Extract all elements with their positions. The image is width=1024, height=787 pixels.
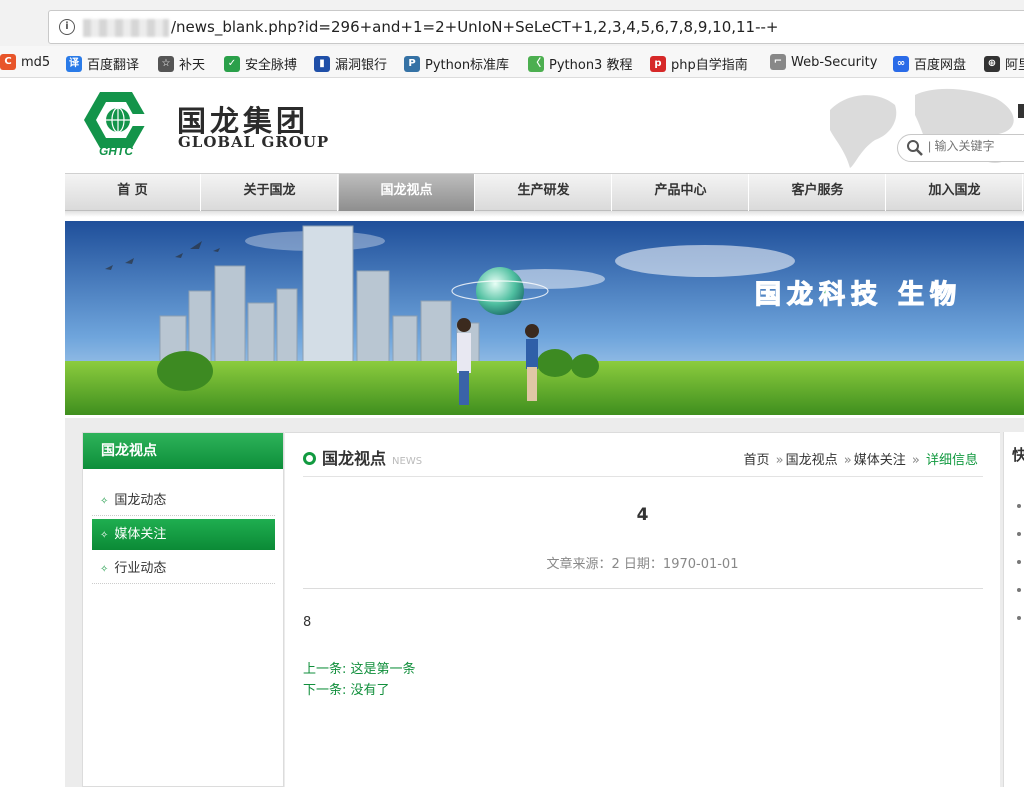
url-text[interactable]: /news_blank.php?id=296+and+1=2+UnIoN+SeL… bbox=[171, 18, 779, 36]
right-list-bullet-icon bbox=[1017, 560, 1021, 564]
bookmark-label: 百度网盘 bbox=[914, 58, 967, 73]
right-list-bullet-icon bbox=[1017, 616, 1021, 620]
python-icon: P bbox=[404, 55, 420, 72]
bookmark-label: 阿里 bbox=[1005, 58, 1024, 73]
bookmark-label: 安全脉搏 bbox=[245, 58, 298, 73]
article-title: 4 bbox=[636, 505, 649, 525]
logo-english-name: GLOBAL GROUP bbox=[178, 133, 330, 151]
sidebar-item-2[interactable]: ✧ 行业动态 bbox=[92, 553, 275, 584]
bookmark-cloud[interactable]: ∞ 百度网盘 bbox=[893, 54, 966, 73]
sidebar-item-label: 行业动态 bbox=[114, 561, 167, 576]
sparkle-bullet-icon: ✧ bbox=[100, 530, 109, 541]
browser-toolbar: i /news_blank.php?id=296+and+1=2+UnIoN+S… bbox=[0, 0, 1024, 46]
right-list-bullet-icon bbox=[1017, 588, 1021, 592]
section-title: 国龙视点 bbox=[322, 449, 387, 468]
hero-banner: 国龙科技 生物 bbox=[65, 221, 1024, 415]
top-right-mark bbox=[1018, 104, 1024, 118]
bookmark-label: Web-Security bbox=[791, 54, 878, 70]
main-nav: 首 页关于国龙 国龙视点 生产研发 产品中心 客户服务 加入国龙 bbox=[65, 173, 1024, 211]
breadcrumb: 首页 » 国龙视点 » 媒体关注 » 详细信息 bbox=[743, 449, 978, 468]
circle-bullet-icon bbox=[303, 452, 316, 465]
bookmark-label: php自学指南 bbox=[671, 58, 748, 73]
breadcrumb-home[interactable]: 首页 bbox=[743, 453, 769, 468]
blurred-hostname bbox=[83, 19, 169, 37]
breadcrumb-current: 详细信息 bbox=[925, 453, 978, 468]
nav-item-6[interactable]: 加入国龙 bbox=[887, 174, 1023, 211]
site-search-box[interactable] bbox=[897, 134, 1024, 162]
bookmark-label: md5 bbox=[21, 54, 51, 70]
breadcrumb-section[interactable]: 国龙视点 bbox=[786, 453, 838, 468]
bookmark-label: 补天 bbox=[179, 58, 206, 73]
bookmark-web-security[interactable]: ⌐ Web-Security bbox=[770, 54, 877, 70]
shield-icon: ✓ bbox=[224, 55, 240, 72]
nav-shadow bbox=[65, 211, 1024, 217]
article-meta: 文章来源：2 日期：1970-01-01 bbox=[546, 557, 739, 572]
cloud-icon: ∞ bbox=[893, 55, 909, 72]
butian-icon: ☆ bbox=[158, 55, 174, 72]
bookmark-label: 漏洞银行 bbox=[335, 58, 388, 73]
sidebar-title: 国龙视点 bbox=[83, 433, 283, 469]
breadcrumb-category[interactable]: 媒体关注 bbox=[854, 453, 906, 468]
sidebar-item-label: 国龙动态 bbox=[114, 493, 167, 508]
nav-item-4[interactable]: 产品中心 bbox=[613, 174, 749, 211]
bookmark-label: Python3 教程 bbox=[549, 58, 633, 73]
right-panel: 快 bbox=[1003, 432, 1024, 787]
bookmark-label: Python标准库 bbox=[425, 58, 510, 73]
breadcrumb-separator-icon: » bbox=[911, 453, 920, 468]
bookmark-php[interactable]: p php自学指南 bbox=[650, 54, 748, 73]
web-security-icon: ⌐ bbox=[770, 54, 786, 70]
breadcrumb-separator-icon: » bbox=[775, 453, 784, 468]
translate-icon: 译 bbox=[66, 55, 82, 72]
heading-divider bbox=[303, 476, 983, 477]
bookmark-bookmark-flag[interactable]: ▮ 漏洞银行 bbox=[314, 54, 387, 73]
php-icon: p bbox=[650, 55, 666, 72]
bookmark-shield[interactable]: ✓ 安全脉搏 bbox=[224, 54, 297, 73]
banner-slogan: 国龙科技 生物 bbox=[755, 280, 962, 310]
nav-item-5[interactable]: 客户服务 bbox=[750, 174, 886, 211]
nav-item-1[interactable]: 关于国龙 bbox=[202, 174, 338, 211]
right-list-bullet-icon bbox=[1017, 532, 1021, 536]
section-heading: 国龙视点 NEWS bbox=[303, 445, 422, 469]
address-bar[interactable]: i /news_blank.php?id=296+and+1=2+UnIoN+S… bbox=[48, 10, 1024, 44]
nav-item-0[interactable]: 首 页 bbox=[65, 174, 201, 211]
sparkle-bullet-icon: ✧ bbox=[100, 564, 109, 575]
sidebar-item-1[interactable]: ✧ 媒体关注 bbox=[92, 519, 275, 550]
meta-divider bbox=[303, 588, 983, 589]
bookmark-label: 百度翻译 bbox=[87, 58, 140, 73]
bookmark-flag-icon: ▮ bbox=[314, 55, 330, 72]
sidebar-item-0[interactable]: ✧ 国龙动态 bbox=[92, 485, 275, 516]
previous-article-link[interactable]: 上一条: 这是第一条 bbox=[303, 658, 416, 677]
site-info-icon[interactable]: i bbox=[59, 19, 75, 35]
bookmark-code[interactable]: 〈 Python3 教程 bbox=[528, 54, 632, 73]
sidebar: 国龙视点 ✧ 国龙动态 ✧ 媒体关注 ✧ 行业动态 bbox=[82, 432, 284, 787]
globe-icon: ⊕ bbox=[984, 55, 1000, 72]
sparkle-bullet-icon: ✧ bbox=[100, 496, 109, 507]
logo-mark-text: GHTC bbox=[99, 144, 133, 156]
article-body: 8 bbox=[303, 615, 312, 630]
bookmark-globe[interactable]: ⊕ 阿里 bbox=[984, 54, 1024, 73]
nav-item-3[interactable]: 生产研发 bbox=[476, 174, 612, 211]
bookmark-butian[interactable]: ☆ 补天 bbox=[158, 54, 205, 73]
next-article-link[interactable]: 下一条: 没有了 bbox=[303, 679, 390, 698]
search-input[interactable] bbox=[928, 139, 1024, 153]
ghtc-logo-icon[interactable]: GHTC bbox=[80, 90, 152, 156]
breadcrumb-separator-icon: » bbox=[843, 453, 852, 468]
bookmark-translate[interactable]: 译百度翻译 bbox=[66, 54, 139, 73]
right-panel-title: 快 bbox=[1012, 446, 1024, 464]
right-list-bullet-icon bbox=[1017, 504, 1021, 508]
bookmark-md5[interactable]: Cmd5 bbox=[0, 54, 50, 70]
nav-item-2[interactable]: 国龙视点 bbox=[339, 174, 475, 211]
search-icon[interactable] bbox=[906, 139, 924, 157]
sidebar-item-label: 媒体关注 bbox=[114, 527, 167, 542]
bookmark-python[interactable]: P Python标准库 bbox=[404, 54, 509, 73]
md5-icon: C bbox=[0, 54, 16, 70]
code-icon: 〈 bbox=[528, 55, 544, 72]
main-content: 国龙视点 NEWS 首页 » 国龙视点 » 媒体关注 » 详细信息 4 文章来源：2… bbox=[285, 432, 1000, 787]
bookmarks-bar: Cmd5 译百度翻译 ☆ 补天 ✓ 安全脉搏 ▮ 漏洞银行 P Python标准库 〈 Python3… bbox=[0, 46, 1024, 78]
section-subtitle: NEWS bbox=[392, 456, 423, 467]
